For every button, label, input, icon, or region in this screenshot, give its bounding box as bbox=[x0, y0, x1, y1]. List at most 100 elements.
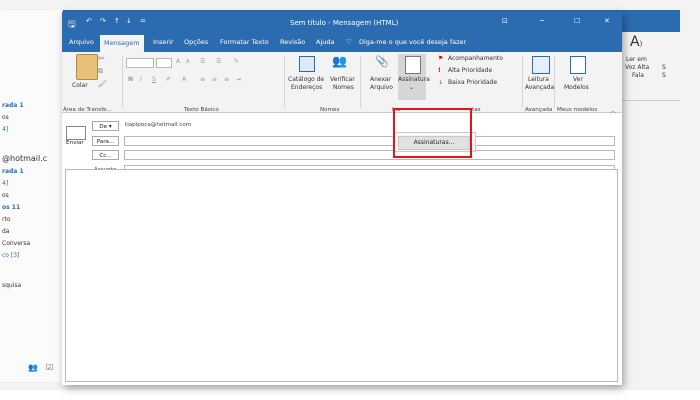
signature-label[interactable]: Assinatura bbox=[398, 76, 430, 83]
maximize-button[interactable]: ☐ bbox=[574, 17, 580, 25]
high-importance-icon: ! bbox=[438, 67, 441, 74]
view-templates-label-2[interactable]: Modelos bbox=[564, 84, 589, 91]
tab-options[interactable]: Opções bbox=[184, 38, 208, 46]
immersive-reader-label-2[interactable]: Avançada bbox=[525, 84, 554, 91]
low-priority-label[interactable]: Baixa Prioridade bbox=[448, 79, 497, 86]
highlight-box bbox=[393, 108, 472, 158]
speech-group-label: Fala bbox=[632, 72, 644, 79]
group-divider bbox=[360, 56, 361, 108]
flag-icon: ⚑ bbox=[438, 55, 444, 62]
undo-icon[interactable]: ↶ bbox=[86, 17, 92, 25]
right-cut-label: S bbox=[662, 64, 666, 71]
high-priority-label[interactable]: Alta Prioridade bbox=[448, 67, 492, 74]
to-button[interactable]: Para... bbox=[92, 136, 119, 146]
folder-item[interactable]: co [3] bbox=[2, 252, 19, 259]
folder-item[interactable]: 4] bbox=[2, 180, 8, 187]
align-center-icon[interactable]: ≡ bbox=[212, 76, 217, 83]
cc-field[interactable] bbox=[124, 150, 615, 160]
customize-toolbar-icon[interactable]: = bbox=[140, 17, 146, 25]
bold-button[interactable]: N bbox=[128, 76, 133, 83]
attach-file-label-2[interactable]: Arquivo bbox=[370, 84, 393, 91]
font-size-box[interactable] bbox=[156, 58, 172, 68]
indent-icon[interactable]: ⇥ bbox=[236, 76, 241, 83]
folder-item[interactable]: os bbox=[2, 192, 9, 199]
title-bar: 🖫 ↶ ↷ ↑ ↓ = Sem título - Mensagem (HTML)… bbox=[62, 12, 622, 34]
down-icon[interactable]: ↓ bbox=[126, 17, 132, 25]
ribbon-display-icon[interactable]: ⊡ bbox=[502, 17, 508, 25]
read-aloud-label-1[interactable]: Ler em bbox=[626, 56, 647, 63]
background-home-tab[interactable]: Página Inicial bbox=[4, 15, 43, 22]
my-templates-group-label: Meus modelos bbox=[557, 107, 598, 113]
folder-item[interactable]: os bbox=[2, 114, 9, 121]
font-color-icon[interactable]: A bbox=[182, 76, 186, 83]
message-body[interactable] bbox=[65, 169, 618, 382]
tab-help[interactable]: Ajuda bbox=[316, 38, 334, 46]
paste-button[interactable]: Colar bbox=[72, 82, 88, 89]
check-names-label-2[interactable]: Nomes bbox=[333, 84, 354, 91]
view-templates-icon bbox=[570, 56, 586, 74]
follow-up-label[interactable]: Acompanhamento bbox=[448, 55, 503, 62]
cc-button[interactable]: Cc... bbox=[92, 150, 119, 160]
italic-button[interactable]: I bbox=[140, 76, 142, 83]
folder-item[interactable]: da bbox=[2, 228, 10, 235]
tab-file[interactable]: Arquivo bbox=[69, 38, 94, 46]
people-icon[interactable]: 👥 bbox=[28, 363, 38, 372]
up-icon[interactable]: ↑ bbox=[114, 17, 120, 25]
signature-dropdown-arrow[interactable]: ⌄ bbox=[409, 84, 414, 91]
close-button[interactable]: ✕ bbox=[604, 17, 610, 25]
save-icon[interactable]: 🖫 bbox=[68, 17, 76, 33]
check-names-label-1[interactable]: Verificar bbox=[330, 76, 355, 83]
background-folder-pane: Página Inicial rada 1 os 4] @hotmail.c r… bbox=[0, 10, 63, 382]
folder-item[interactable]: 4] bbox=[2, 126, 8, 133]
folder-item[interactable]: rto bbox=[2, 216, 11, 223]
tell-me-search[interactable]: Diga-me o que você deseja fazer bbox=[359, 38, 466, 46]
folder-item[interactable]: rada 1 bbox=[2, 168, 24, 175]
align-left-icon[interactable]: ≡ bbox=[200, 76, 205, 83]
folder-item[interactable]: os 11 bbox=[2, 204, 20, 211]
send-envelope-icon bbox=[66, 126, 86, 140]
immersive-reader-icon bbox=[532, 56, 550, 74]
address-book-icon bbox=[299, 56, 315, 72]
view-templates-label-1[interactable]: Ver bbox=[573, 76, 583, 83]
tasks-icon[interactable]: ☑ bbox=[46, 363, 53, 372]
immersive-reader-label-1[interactable]: Leitura bbox=[528, 76, 549, 83]
to-field[interactable] bbox=[124, 136, 615, 146]
from-address: tiapipoca@hotmail.com bbox=[125, 122, 192, 128]
read-aloud-label-2[interactable]: Voz Alta bbox=[625, 64, 649, 71]
align-right-icon[interactable]: ≡ bbox=[224, 76, 229, 83]
font-name-box[interactable] bbox=[126, 58, 154, 68]
highlight-icon[interactable]: ✐ bbox=[166, 76, 171, 83]
shrink-font-icon[interactable]: A bbox=[186, 59, 189, 65]
window-title: Sem título - Mensagem (HTML) bbox=[290, 19, 399, 27]
low-importance-icon: ↓ bbox=[438, 79, 444, 86]
folder-item[interactable]: rada 1 bbox=[2, 102, 24, 109]
tab-insert[interactable]: Inserir bbox=[153, 38, 174, 46]
minimize-button[interactable]: ─ bbox=[540, 17, 544, 25]
folder-item[interactable]: Conversa bbox=[2, 240, 30, 247]
format-painter-icon[interactable]: 🖌 bbox=[98, 80, 107, 88]
read-aloud-icon: A) bbox=[630, 34, 643, 50]
address-book-label-1[interactable]: Catálogo de bbox=[288, 76, 324, 83]
background-ribbon-right: A) Ler em Voz Alta Fala S S bbox=[622, 32, 680, 101]
attach-file-label-1[interactable]: Anexar bbox=[370, 76, 391, 83]
copy-icon[interactable]: ⧉ bbox=[98, 67, 103, 76]
redo-icon[interactable]: ↷ bbox=[100, 17, 106, 25]
account-name[interactable]: @hotmail.c bbox=[2, 154, 47, 163]
group-divider bbox=[522, 56, 523, 108]
tab-review[interactable]: Revisão bbox=[280, 38, 305, 46]
cut-icon[interactable]: ✂ bbox=[98, 54, 105, 63]
tab-format-text[interactable]: Formatar Texto bbox=[220, 38, 269, 46]
signature-icon bbox=[405, 56, 421, 74]
address-book-label-2[interactable]: Endereços bbox=[291, 84, 322, 91]
clipboard-group-label: Área de Transfe... bbox=[63, 107, 112, 113]
send-button[interactable]: Enviar bbox=[66, 140, 84, 146]
tab-message[interactable]: Mensagem bbox=[100, 35, 144, 52]
grow-font-icon[interactable]: A bbox=[176, 58, 180, 65]
collapse-ribbon-icon[interactable]: ︿ bbox=[610, 106, 616, 115]
numbering-icon[interactable]: ☰ bbox=[216, 58, 221, 65]
from-button[interactable]: De ▾ bbox=[92, 121, 119, 131]
underline-button[interactable]: S bbox=[152, 76, 156, 83]
clear-formatting-icon[interactable]: ✎ bbox=[234, 58, 239, 65]
bullets-icon[interactable]: ☰ bbox=[200, 58, 205, 65]
search-folders-item[interactable]: squisa bbox=[2, 282, 21, 289]
